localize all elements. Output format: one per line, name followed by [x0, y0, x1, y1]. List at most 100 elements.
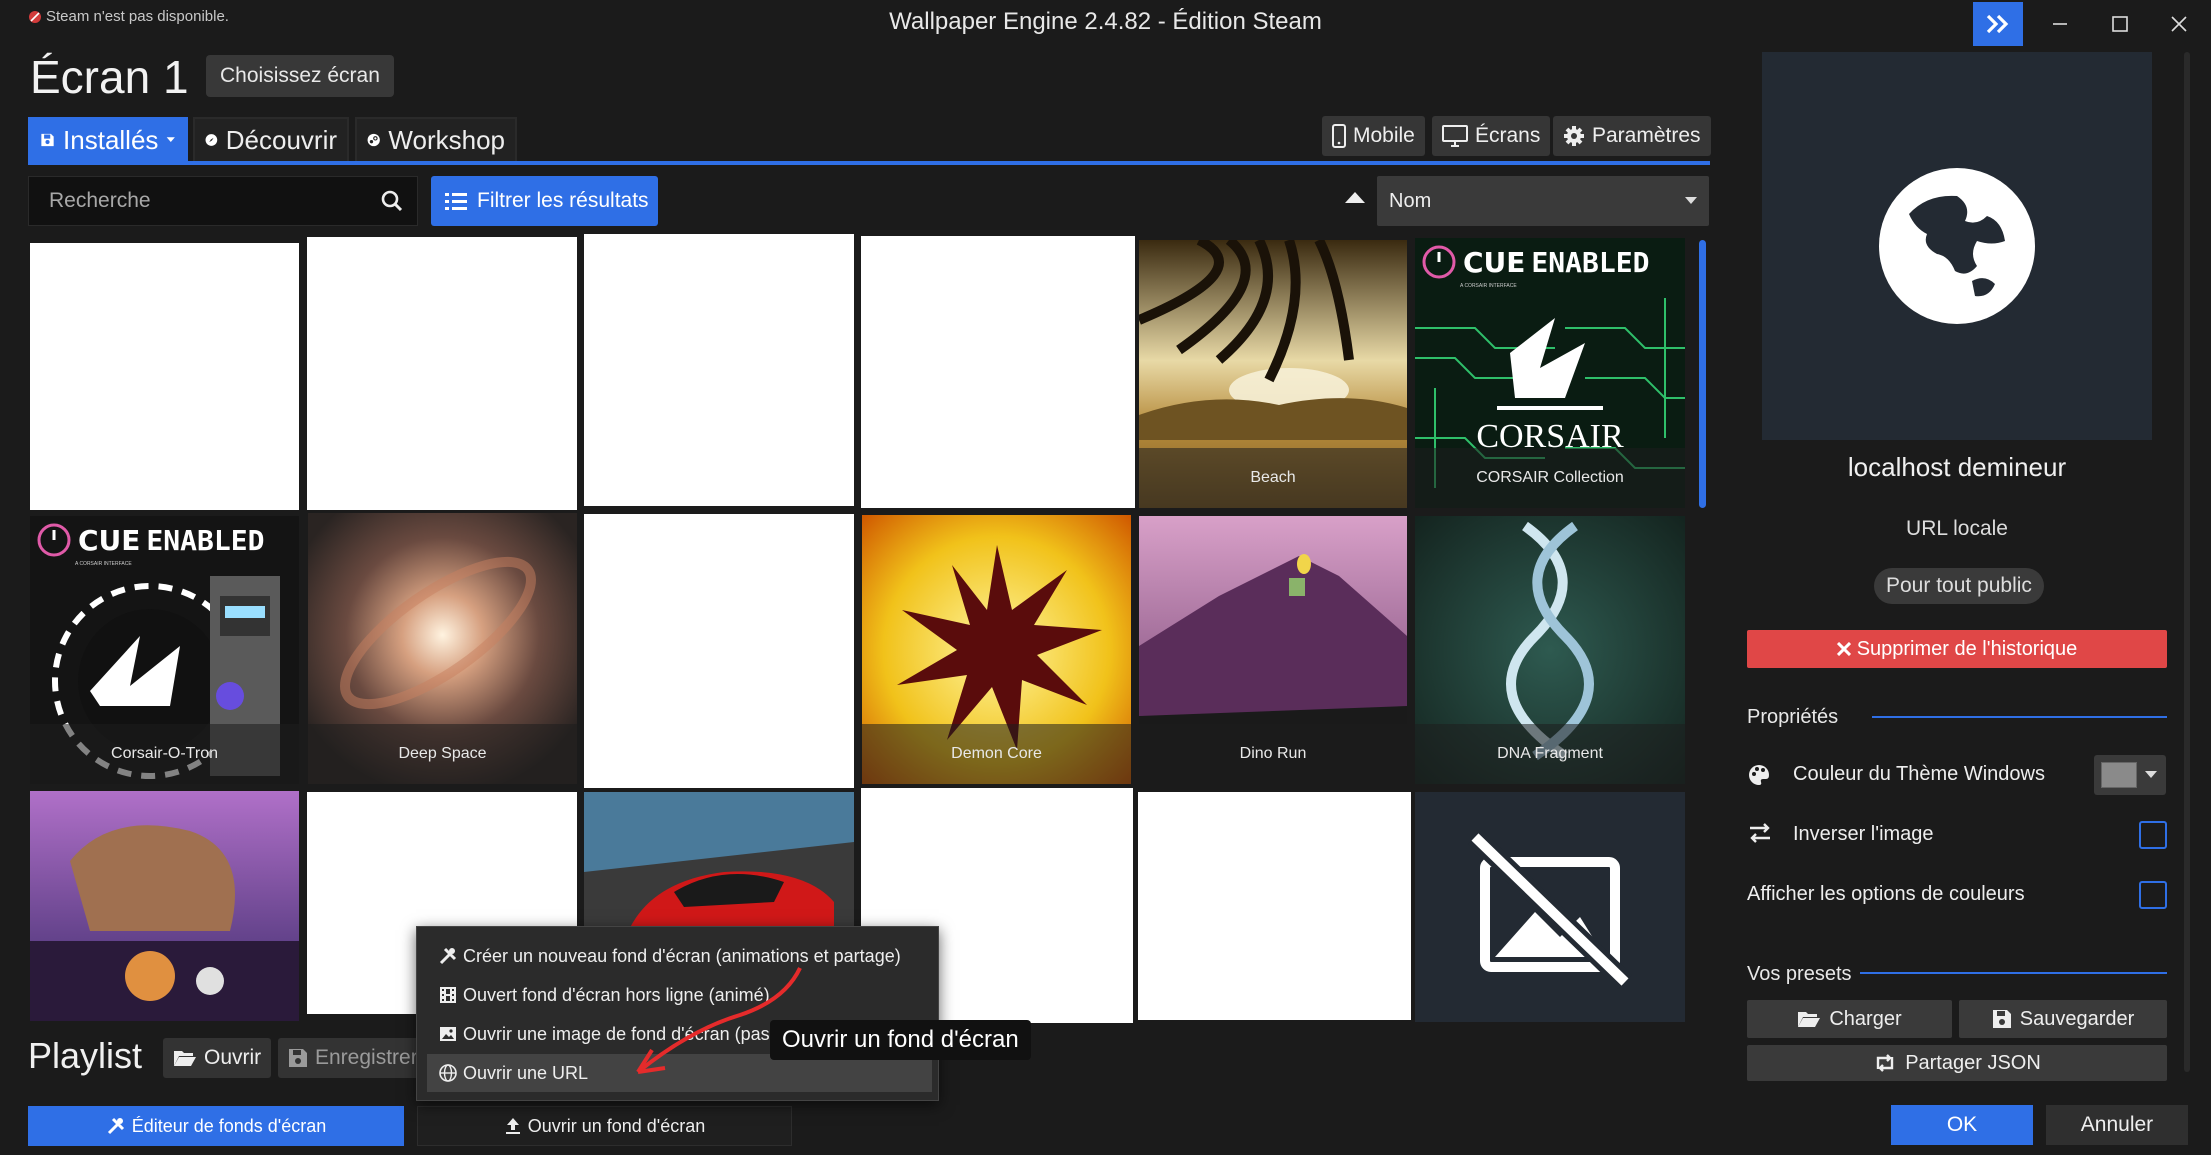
cue-enabled-badge: CUE ENABLED — [36, 522, 264, 558]
floppy-icon — [1992, 1010, 2011, 1028]
filter-list-icon — [445, 193, 467, 210]
wallpaper-tile-blank[interactable] — [307, 237, 577, 510]
filter-results-button[interactable]: Filtrer les résultats — [431, 176, 658, 226]
globe-icon — [1879, 168, 2035, 324]
wallpaper-tile-beach[interactable]: Beach — [1139, 240, 1407, 508]
tools-icon — [107, 1117, 124, 1135]
playlist-save-label: Enregistrer — [315, 1046, 418, 1069]
screens-button-label: Écrans — [1475, 124, 1541, 147]
color-options-checkbox[interactable] — [2139, 881, 2167, 909]
floppy-icon — [41, 133, 54, 147]
properties-divider — [1872, 716, 2167, 718]
theme-color-label: Couleur du Thème Windows — [1793, 763, 2045, 785]
sort-ascending-icon — [1345, 192, 1365, 203]
maximize-button[interactable] — [2088, 2, 2152, 46]
close-icon — [1836, 642, 1851, 656]
save-preset-label: Sauvegarder — [2019, 1007, 2135, 1030]
panel-scrollbar[interactable] — [2184, 52, 2190, 1072]
search-icon — [381, 190, 403, 212]
pixel-art-thumbnail — [30, 791, 299, 1021]
close-button[interactable] — [2147, 2, 2211, 46]
wallpaper-tile-blank[interactable] — [1138, 792, 1411, 1020]
cue-enabled-badge: CUE ENABLED — [1421, 244, 1649, 280]
sort-select[interactable]: Nom — [1377, 176, 1709, 226]
cue-sub-label: A CORSAIR INTERFACE — [1460, 283, 1517, 289]
wallpaper-title: localhost demineur — [1847, 452, 2067, 482]
wallpaper-tile-pixel-art[interactable] — [30, 791, 299, 1021]
tab-discover[interactable]: Découvrir — [193, 117, 349, 163]
playlist-save-button[interactable]: Enregistrer — [278, 1038, 428, 1078]
playlist-open-button[interactable]: Ouvrir — [163, 1038, 272, 1078]
wallpaper-tile-blank[interactable] — [584, 234, 854, 506]
wallpaper-tile-dino-run[interactable]: Dino Run — [1139, 516, 1407, 784]
search-box[interactable] — [28, 176, 418, 226]
folder-open-icon — [1798, 1012, 1821, 1027]
playlist-title: Playlist — [28, 1035, 143, 1076]
wallpaper-tile-no-preview[interactable] — [1415, 792, 1685, 1022]
toggle-panel-button[interactable] — [1973, 2, 2023, 46]
load-preset-button[interactable]: Charger — [1747, 1000, 1952, 1038]
window-title: Wallpaper Engine 2.4.82 - Édition Steam — [889, 8, 1322, 35]
settings-button[interactable]: Paramètres — [1553, 116, 1711, 156]
grid-scrollbar[interactable] — [1699, 240, 1706, 508]
open-wallpaper-button[interactable]: Ouvrir un fond d'écran — [417, 1106, 792, 1146]
wallpaper-tile-corsair-o-tron[interactable]: CUE ENABLED A CORSAIR INTERFACE Corsair-… — [30, 516, 299, 784]
wallpaper-tile-deep-space[interactable]: Deep Space — [308, 513, 577, 784]
sort-direction-button[interactable] — [1344, 190, 1366, 204]
upload-icon — [505, 1118, 520, 1134]
palette-icon — [1749, 765, 1769, 785]
wallpaper-tile-corsair-collection[interactable]: CUE ENABLED A CORSAIR INTERFACE CORSAIR … — [1415, 238, 1685, 508]
wallpaper-editor-button[interactable]: Éditeur de fonds d'écran — [28, 1106, 404, 1146]
swap-arrows-icon — [1750, 823, 1770, 843]
screens-button[interactable]: Écrans — [1432, 116, 1551, 156]
cue-power-icon — [1422, 245, 1456, 279]
steam-icon — [367, 133, 380, 147]
caret-down-icon — [1685, 197, 1697, 204]
minimize-button[interactable] — [2028, 2, 2092, 46]
wallpaper-tile-blank[interactable] — [584, 514, 854, 788]
save-preset-button[interactable]: Sauvegarder — [1959, 1000, 2167, 1038]
wallpaper-tile-dna-fragment[interactable]: DNA Fragment — [1415, 516, 1685, 784]
mobile-button[interactable]: Mobile — [1322, 116, 1425, 156]
gear-icon — [1564, 126, 1584, 146]
wallpaper-tile-demon-core[interactable]: Demon Core — [862, 515, 1131, 784]
wallpaper-editor-label: Éditeur de fonds d'écran — [131, 1115, 327, 1136]
theme-color-picker[interactable] — [2094, 755, 2166, 795]
wallpaper-tile-blank[interactable] — [30, 243, 299, 510]
invert-image-label: Inverser l'image — [1793, 823, 1934, 845]
tab-workshop-label: Workshop — [388, 124, 505, 155]
tab-underline — [28, 161, 1710, 165]
caret-down-icon — [167, 137, 176, 143]
search-input[interactable] — [49, 189, 367, 213]
presets-heading: Vos presets — [1747, 963, 1852, 985]
rating-badge: Pour tout public — [1874, 568, 2044, 604]
search-button[interactable] — [367, 190, 417, 212]
wallpaper-tile-blank[interactable] — [861, 236, 1135, 508]
ok-button[interactable]: OK — [1891, 1105, 2033, 1145]
tile-caption: Deep Space — [308, 724, 577, 784]
compass-icon — [205, 134, 218, 146]
maximize-icon — [2112, 16, 2128, 32]
choose-screen-button[interactable]: Choisissez écran — [206, 55, 394, 97]
globe-icon — [439, 1064, 457, 1082]
screen-title: Écran 1 — [30, 51, 189, 103]
load-preset-label: Charger — [1829, 1007, 1902, 1030]
tile-caption: Beach — [1139, 448, 1407, 508]
tab-installed[interactable]: Installés — [28, 117, 188, 163]
filter-results-label: Filtrer les résultats — [477, 189, 649, 212]
remove-from-history-button[interactable]: Supprimer de l'historique — [1747, 630, 2167, 668]
cue-label: CUE — [1463, 245, 1526, 279]
share-json-label: Partager JSON — [1905, 1051, 2041, 1074]
close-icon — [2171, 16, 2187, 32]
tools-icon — [439, 947, 457, 965]
properties-heading: Propriétés — [1747, 706, 1839, 728]
cue-sub-label: A CORSAIR INTERFACE — [75, 561, 132, 567]
share-json-button[interactable]: Partager JSON — [1747, 1045, 2167, 1081]
tab-workshop[interactable]: Workshop — [355, 117, 517, 163]
invert-image-checkbox[interactable] — [2139, 821, 2167, 849]
settings-button-label: Paramètres — [1592, 124, 1701, 147]
tile-caption: DNA Fragment — [1415, 724, 1685, 784]
tile-caption: Corsair-O-Tron — [30, 724, 299, 784]
cancel-button[interactable]: Annuler — [2046, 1105, 2188, 1145]
folder-open-icon — [174, 1051, 196, 1066]
